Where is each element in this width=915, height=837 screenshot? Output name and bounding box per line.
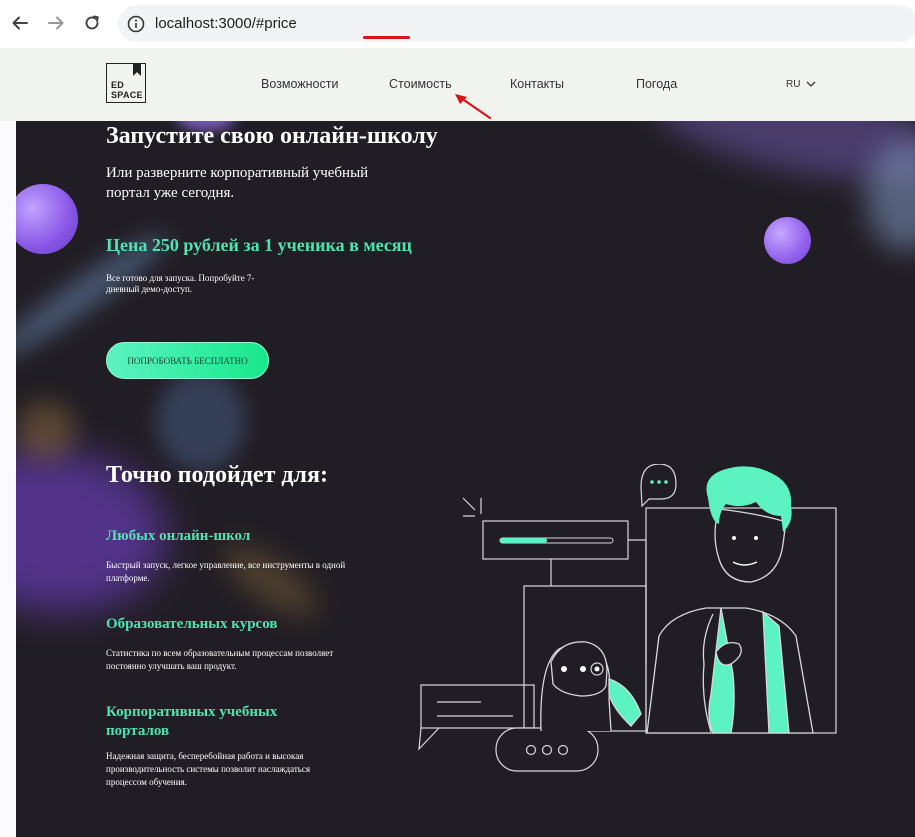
feature-text-courses: Статистика по всем образовательным проце… <box>106 648 334 671</box>
back-button[interactable] <box>9 12 31 34</box>
decor-sphere <box>16 184 78 254</box>
reload-button[interactable] <box>81 12 103 34</box>
bookmark-icon <box>133 63 141 76</box>
try-free-button[interactable]: ПОПРОБОВАТЬ БЕСПЛАТНО <box>106 342 269 379</box>
logo[interactable]: ED SPACE <box>106 63 146 103</box>
nav-price[interactable]: Стоимость <box>389 77 452 91</box>
fit-title: Точно подойдет для: <box>106 462 328 488</box>
feature-title-courses: Образовательных курсов <box>106 616 278 632</box>
page-gutter <box>0 121 16 837</box>
address-bar[interactable]: localhost:3000/#price <box>118 5 915 42</box>
url-annotation-underline <box>363 36 410 39</box>
nav-weather[interactable]: Погода <box>636 77 677 91</box>
decor-sphere <box>764 217 811 264</box>
decor-blob <box>16 401 76 461</box>
chevron-down-icon[interactable] <box>805 78 817 90</box>
feature-text-corporate: Надежная защита, бесперебойная работа и … <box>106 751 311 787</box>
arrow-left-icon <box>12 16 28 30</box>
url-text[interactable]: localhost:3000/#price <box>155 15 297 32</box>
arrow-right-icon <box>48 16 64 30</box>
nav-features[interactable]: Возможности <box>261 77 338 91</box>
hero-title: Запустите свою онлайн-школу <box>106 123 438 149</box>
hero-subtitle: Или разверните корпоративный учебный пор… <box>106 165 369 201</box>
forward-button[interactable] <box>45 12 67 34</box>
feature-title-online-schools: Любых онлайн-школ <box>106 528 251 544</box>
language-selector[interactable]: RU <box>786 79 800 90</box>
feature-title-corporate: Корпоративных учебных порталов <box>106 704 278 739</box>
browser-toolbar: localhost:3000/#price <box>0 0 915 48</box>
illustration <box>418 464 837 772</box>
price-note: Все готово для запуска. Попробуйте 7-дне… <box>106 273 255 294</box>
logo-line1: ED <box>111 80 125 90</box>
price-heading: Цена 250 рублей за 1 ученика в месяц <box>106 235 412 255</box>
info-icon[interactable] <box>127 15 145 33</box>
nav-contacts[interactable]: Контакты <box>510 77 564 91</box>
hero-section: Запустите свою онлайн-школу Или разверни… <box>16 121 915 837</box>
decor-blob <box>156 371 246 471</box>
annotation-arrow-icon <box>455 94 492 120</box>
feature-text-online-schools: Быстрый запуск, легкое управление, все и… <box>106 560 346 583</box>
reload-icon <box>85 15 99 30</box>
logo-line2: SPACE <box>111 90 143 100</box>
